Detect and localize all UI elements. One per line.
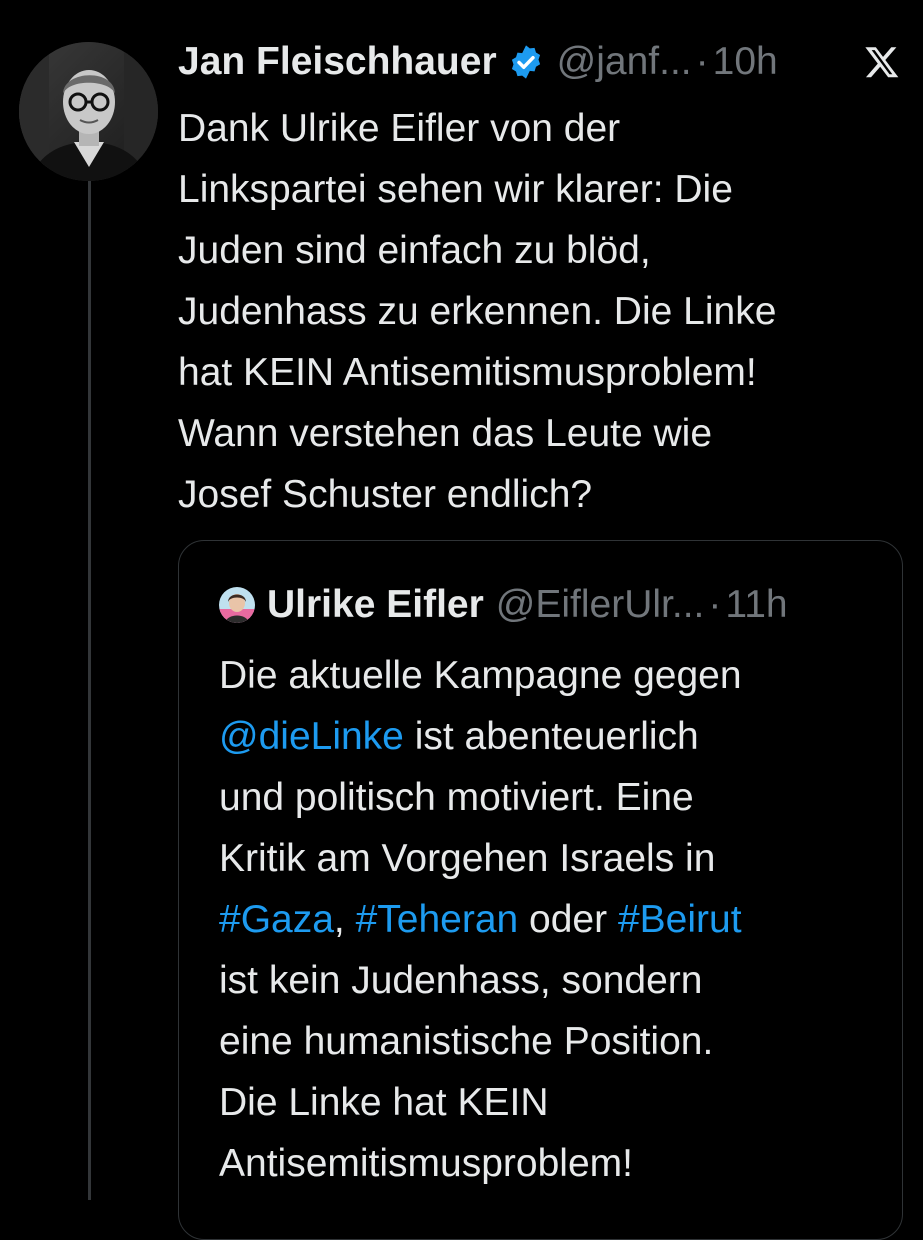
quoted-author-handle[interactable]: @EiflerUlr... bbox=[496, 583, 705, 627]
hashtag-link[interactable]: #Teheran bbox=[356, 898, 519, 941]
quoted-post-timestamp[interactable]: 11h bbox=[725, 583, 787, 627]
quoted-tweet-header: Ulrike Eifler @EiflerUlr... · 11h bbox=[219, 581, 788, 629]
quote-text-line: eine humanistische Position. bbox=[219, 1020, 714, 1063]
quoted-author-avatar[interactable] bbox=[219, 587, 255, 623]
post-timestamp[interactable]: 10h bbox=[713, 40, 778, 84]
quote-text-line: ist kein Judenhass, sondern bbox=[219, 959, 703, 1002]
tweet-header: Jan Fleischhauer @janf... · 10h bbox=[178, 34, 908, 90]
tweet-text-line: Linkspartei sehen wir klarer: Die bbox=[178, 168, 733, 211]
tweet-text-line: Juden sind einfach zu blöd, bbox=[178, 229, 651, 272]
quoted-tweet-body: Die aktuelle Kampagne gegen @dieLinke is… bbox=[219, 645, 899, 1194]
mention-link[interactable]: @dieLinke bbox=[219, 715, 404, 758]
quote-text-line: @dieLinke ist abenteuerlich bbox=[219, 706, 899, 767]
quoted-avatar-photo-icon bbox=[219, 587, 255, 623]
quote-text-segment: , bbox=[333, 898, 356, 941]
quote-text-line: Antisemitismusproblem! bbox=[219, 1142, 633, 1185]
quote-text-line: Die aktuelle Kampagne gegen bbox=[219, 654, 742, 697]
tweet-text-line: Dank Ulrike Eifler von der bbox=[178, 107, 621, 150]
x-logo-icon bbox=[864, 44, 900, 80]
avatar-photo-icon bbox=[19, 42, 158, 181]
verified-badge-icon[interactable] bbox=[507, 43, 545, 81]
quote-text-segment: ist abenteuerlich bbox=[403, 715, 699, 758]
tweet-text-line: hat KEIN Antisemitismusproblem! bbox=[178, 351, 757, 394]
tweet-text-line: Judenhass zu erkennen. Die Linke bbox=[178, 290, 777, 333]
hashtag-link[interactable]: #Gaza bbox=[219, 898, 334, 941]
thread-connector-line bbox=[88, 172, 91, 1200]
quoted-author-name[interactable]: Ulrike Eifler bbox=[267, 583, 484, 627]
tweet-body: Dank Ulrike Eifler von der Linkspartei s… bbox=[178, 98, 898, 525]
separator-dot: · bbox=[708, 583, 722, 626]
quote-text-line: #Gaza, #Teheran oder #Beirut bbox=[219, 889, 899, 950]
tweet-text-line: Wann verstehen das Leute wie bbox=[178, 412, 713, 455]
author-avatar[interactable] bbox=[19, 42, 158, 181]
quoted-tweet-card[interactable]: Ulrike Eifler @EiflerUlr... · 11h Die ak… bbox=[178, 540, 903, 1240]
author-name[interactable]: Jan Fleischhauer bbox=[178, 40, 497, 84]
hashtag-link[interactable]: #Beirut bbox=[618, 898, 742, 941]
quote-text-line: Die Linke hat KEIN bbox=[219, 1081, 549, 1124]
author-handle[interactable]: @janf... bbox=[557, 40, 692, 84]
quote-text-line: und politisch motiviert. Eine bbox=[219, 776, 694, 819]
quote-text-segment: oder bbox=[518, 898, 618, 941]
tweet-text-line: Josef Schuster endlich? bbox=[178, 473, 593, 516]
quote-text-line: Kritik am Vorgehen Israels in bbox=[219, 837, 716, 880]
separator-dot: · bbox=[695, 40, 709, 83]
